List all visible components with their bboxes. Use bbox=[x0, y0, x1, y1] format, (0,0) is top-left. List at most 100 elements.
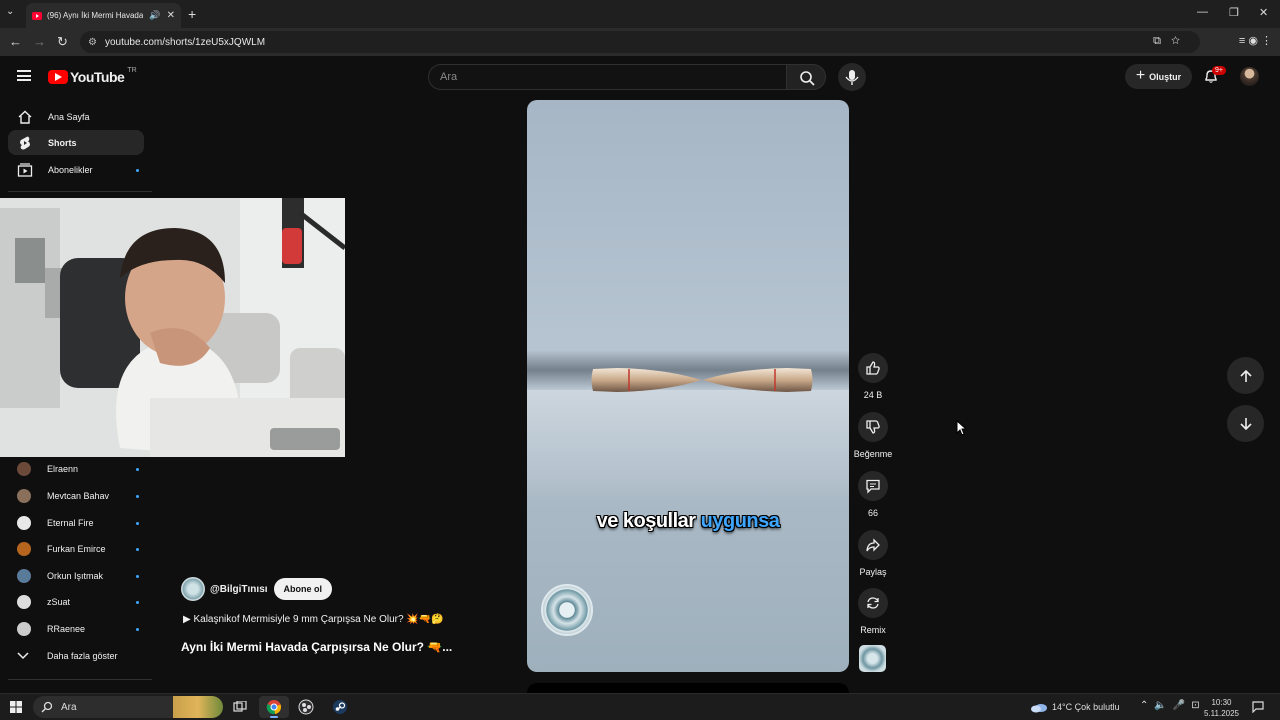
browser-toolbar: ← → ↻ ⚙ youtube.com/shorts/1zeU5xJQWLM ⧉… bbox=[0, 28, 1280, 56]
comments-button[interactable] bbox=[858, 471, 888, 501]
webcam-person-image bbox=[0, 198, 345, 457]
channel-avatar bbox=[17, 516, 31, 530]
channel-avatar bbox=[17, 542, 31, 556]
channel-name[interactable]: @BilgiTınısı bbox=[210, 584, 268, 595]
plus-icon: + bbox=[1135, 66, 1146, 84]
sidebar-item-home[interactable]: Ana Sayfa bbox=[8, 104, 144, 129]
previous-short-button[interactable] bbox=[1227, 357, 1264, 394]
browser-tab[interactable]: (96) Aynı İki Mermi Havada 🔊 ✕ bbox=[26, 3, 181, 28]
like-button[interactable] bbox=[858, 353, 888, 383]
reload-icon[interactable]: ↻ bbox=[57, 34, 68, 50]
comments-action[interactable]: 66 bbox=[856, 471, 890, 518]
new-content-dot bbox=[136, 495, 139, 498]
microphone-icon bbox=[845, 70, 859, 85]
new-tab-icon[interactable]: + bbox=[188, 6, 196, 22]
channel-avatar bbox=[17, 622, 31, 636]
channel-avatar[interactable] bbox=[181, 577, 205, 601]
notification-center-icon[interactable] bbox=[1252, 701, 1264, 713]
address-bar[interactable]: ⚙ youtube.com/shorts/1zeU5xJQWLM ⧉☆ bbox=[80, 31, 1200, 53]
subscription-item[interactable]: Mevtcan Bahav bbox=[8, 483, 144, 509]
sidebar-item-subscriptions[interactable]: Abonelikler bbox=[8, 157, 144, 182]
remix-button[interactable] bbox=[858, 588, 888, 618]
dislike-button[interactable] bbox=[858, 412, 888, 442]
tab-search-icon[interactable]: ⌄ bbox=[6, 6, 14, 17]
search-button[interactable] bbox=[786, 64, 826, 90]
like-action[interactable]: 24 B bbox=[856, 353, 890, 400]
windows-start-icon[interactable] bbox=[10, 701, 22, 713]
new-content-dot bbox=[136, 468, 139, 471]
windows-taskbar: Ara 14°C Çok bulutlu ⌃🔈🎤⊡ 10:30 5.11.202… bbox=[0, 693, 1280, 720]
dislike-action[interactable]: Beğenme bbox=[854, 412, 892, 459]
notification-badge: 9+ bbox=[1212, 66, 1226, 75]
channel-avatar bbox=[17, 595, 31, 609]
account-avatar[interactable] bbox=[1240, 67, 1259, 86]
url-text: youtube.com/shorts/1zeU5xJQWLM bbox=[104, 36, 266, 48]
thumbs-up-icon bbox=[866, 361, 880, 375]
mouse-cursor-icon bbox=[956, 420, 968, 436]
subscription-item[interactable]: RRaenee bbox=[8, 616, 144, 642]
taskbar-search[interactable]: Ara bbox=[33, 696, 223, 718]
subscriptions-icon bbox=[16, 162, 34, 178]
speaker-icon[interactable]: 🔊 bbox=[149, 10, 160, 21]
subscribe-button[interactable]: Abone ol bbox=[273, 578, 333, 600]
logo-text: YouTube bbox=[70, 69, 125, 85]
region-code: TR bbox=[127, 66, 137, 74]
channel-row: @BilgiTınısı Abone ol bbox=[181, 577, 333, 601]
youtube-header: YouTube TR Ara + Oluştur bbox=[0, 56, 1280, 98]
youtube-favicon-icon bbox=[32, 11, 42, 20]
site-info-icon[interactable]: ⚙ bbox=[88, 37, 97, 48]
new-content-dot bbox=[136, 522, 139, 525]
obs-taskbar-icon[interactable] bbox=[291, 696, 321, 718]
share-button[interactable] bbox=[858, 530, 888, 560]
close-tab-icon[interactable]: ✕ bbox=[167, 10, 175, 21]
subscription-item[interactable]: zSuat bbox=[8, 589, 144, 615]
task-view-icon[interactable] bbox=[225, 696, 255, 718]
next-short-button[interactable] bbox=[1227, 405, 1264, 442]
arrow-up-icon bbox=[1239, 369, 1252, 382]
short-title: Aynı İki Mermi Havada Çarpışırsa Ne Olur… bbox=[181, 640, 453, 654]
taskbar-clock[interactable]: 10:30 5.11.2025 bbox=[1204, 697, 1239, 719]
new-content-dot bbox=[136, 601, 139, 604]
restore-icon[interactable]: ❐ bbox=[1229, 6, 1239, 19]
close-window-icon[interactable]: ✕ bbox=[1259, 6, 1268, 19]
comment-icon bbox=[866, 479, 880, 494]
search-icon bbox=[800, 71, 815, 86]
show-more-button[interactable]: Daha fazla göster bbox=[8, 643, 144, 669]
subscription-item[interactable]: Orkun Işıtmak bbox=[8, 563, 144, 589]
browser-tab-strip: ⌄ (96) Aynı İki Mermi Havada 🔊 ✕ + — ❐ ✕ bbox=[0, 0, 1280, 28]
install-and-bookmark-icons[interactable]: ⧉☆ bbox=[1153, 35, 1190, 48]
youtube-logo[interactable]: YouTube TR bbox=[48, 66, 137, 85]
subscription-item[interactable]: Elraenn bbox=[8, 456, 144, 482]
voice-search-button[interactable] bbox=[838, 63, 866, 91]
search-input[interactable]: Ara bbox=[428, 64, 786, 90]
back-icon[interactable]: ← bbox=[9, 34, 22, 49]
steam-taskbar-icon[interactable] bbox=[325, 696, 355, 718]
bullets-image bbox=[591, 368, 813, 392]
clock-date: 5.11.2025 bbox=[1204, 709, 1239, 718]
related-video-link[interactable]: ▶ Kalaşnikof Mermisiyle 9 mm Çarpışsa Ne… bbox=[183, 614, 444, 625]
system-tray-icons[interactable]: ⌃🔈🎤⊡ bbox=[1140, 700, 1206, 711]
weather-widget[interactable]: 14°C Çok bulutlu bbox=[1030, 701, 1120, 713]
minimize-icon[interactable]: — bbox=[1197, 6, 1208, 18]
tab-title: (96) Aynı İki Mermi Havada bbox=[47, 11, 144, 20]
subscription-item[interactable]: Eternal Fire bbox=[8, 510, 144, 536]
share-action[interactable]: Paylaş bbox=[856, 530, 890, 577]
channel-avatar bbox=[17, 569, 31, 583]
forward-icon[interactable]: → bbox=[33, 34, 46, 49]
next-short-preview[interactable] bbox=[527, 683, 849, 693]
subscription-item[interactable]: Furkan Emirce bbox=[8, 536, 144, 562]
remix-icon bbox=[867, 597, 879, 609]
profile-and-menu-icons[interactable]: ≡ ◉ ⋮ bbox=[1239, 34, 1272, 47]
channel-avatar bbox=[17, 462, 31, 476]
sound-source-thumbnail[interactable] bbox=[859, 645, 886, 672]
chrome-taskbar-icon[interactable] bbox=[259, 696, 289, 718]
search-highlight-image bbox=[173, 696, 223, 718]
sidebar-item-shorts[interactable]: Shorts bbox=[8, 130, 144, 155]
menu-icon[interactable] bbox=[17, 70, 31, 81]
remix-action[interactable]: Remix bbox=[856, 588, 890, 635]
youtube-play-icon bbox=[48, 70, 68, 84]
new-content-dot bbox=[136, 628, 139, 631]
short-video-player[interactable]: ve koşullar uygunsa bbox=[527, 100, 849, 672]
create-button[interactable]: + Oluştur bbox=[1125, 64, 1192, 89]
sidebar-divider bbox=[8, 679, 152, 680]
